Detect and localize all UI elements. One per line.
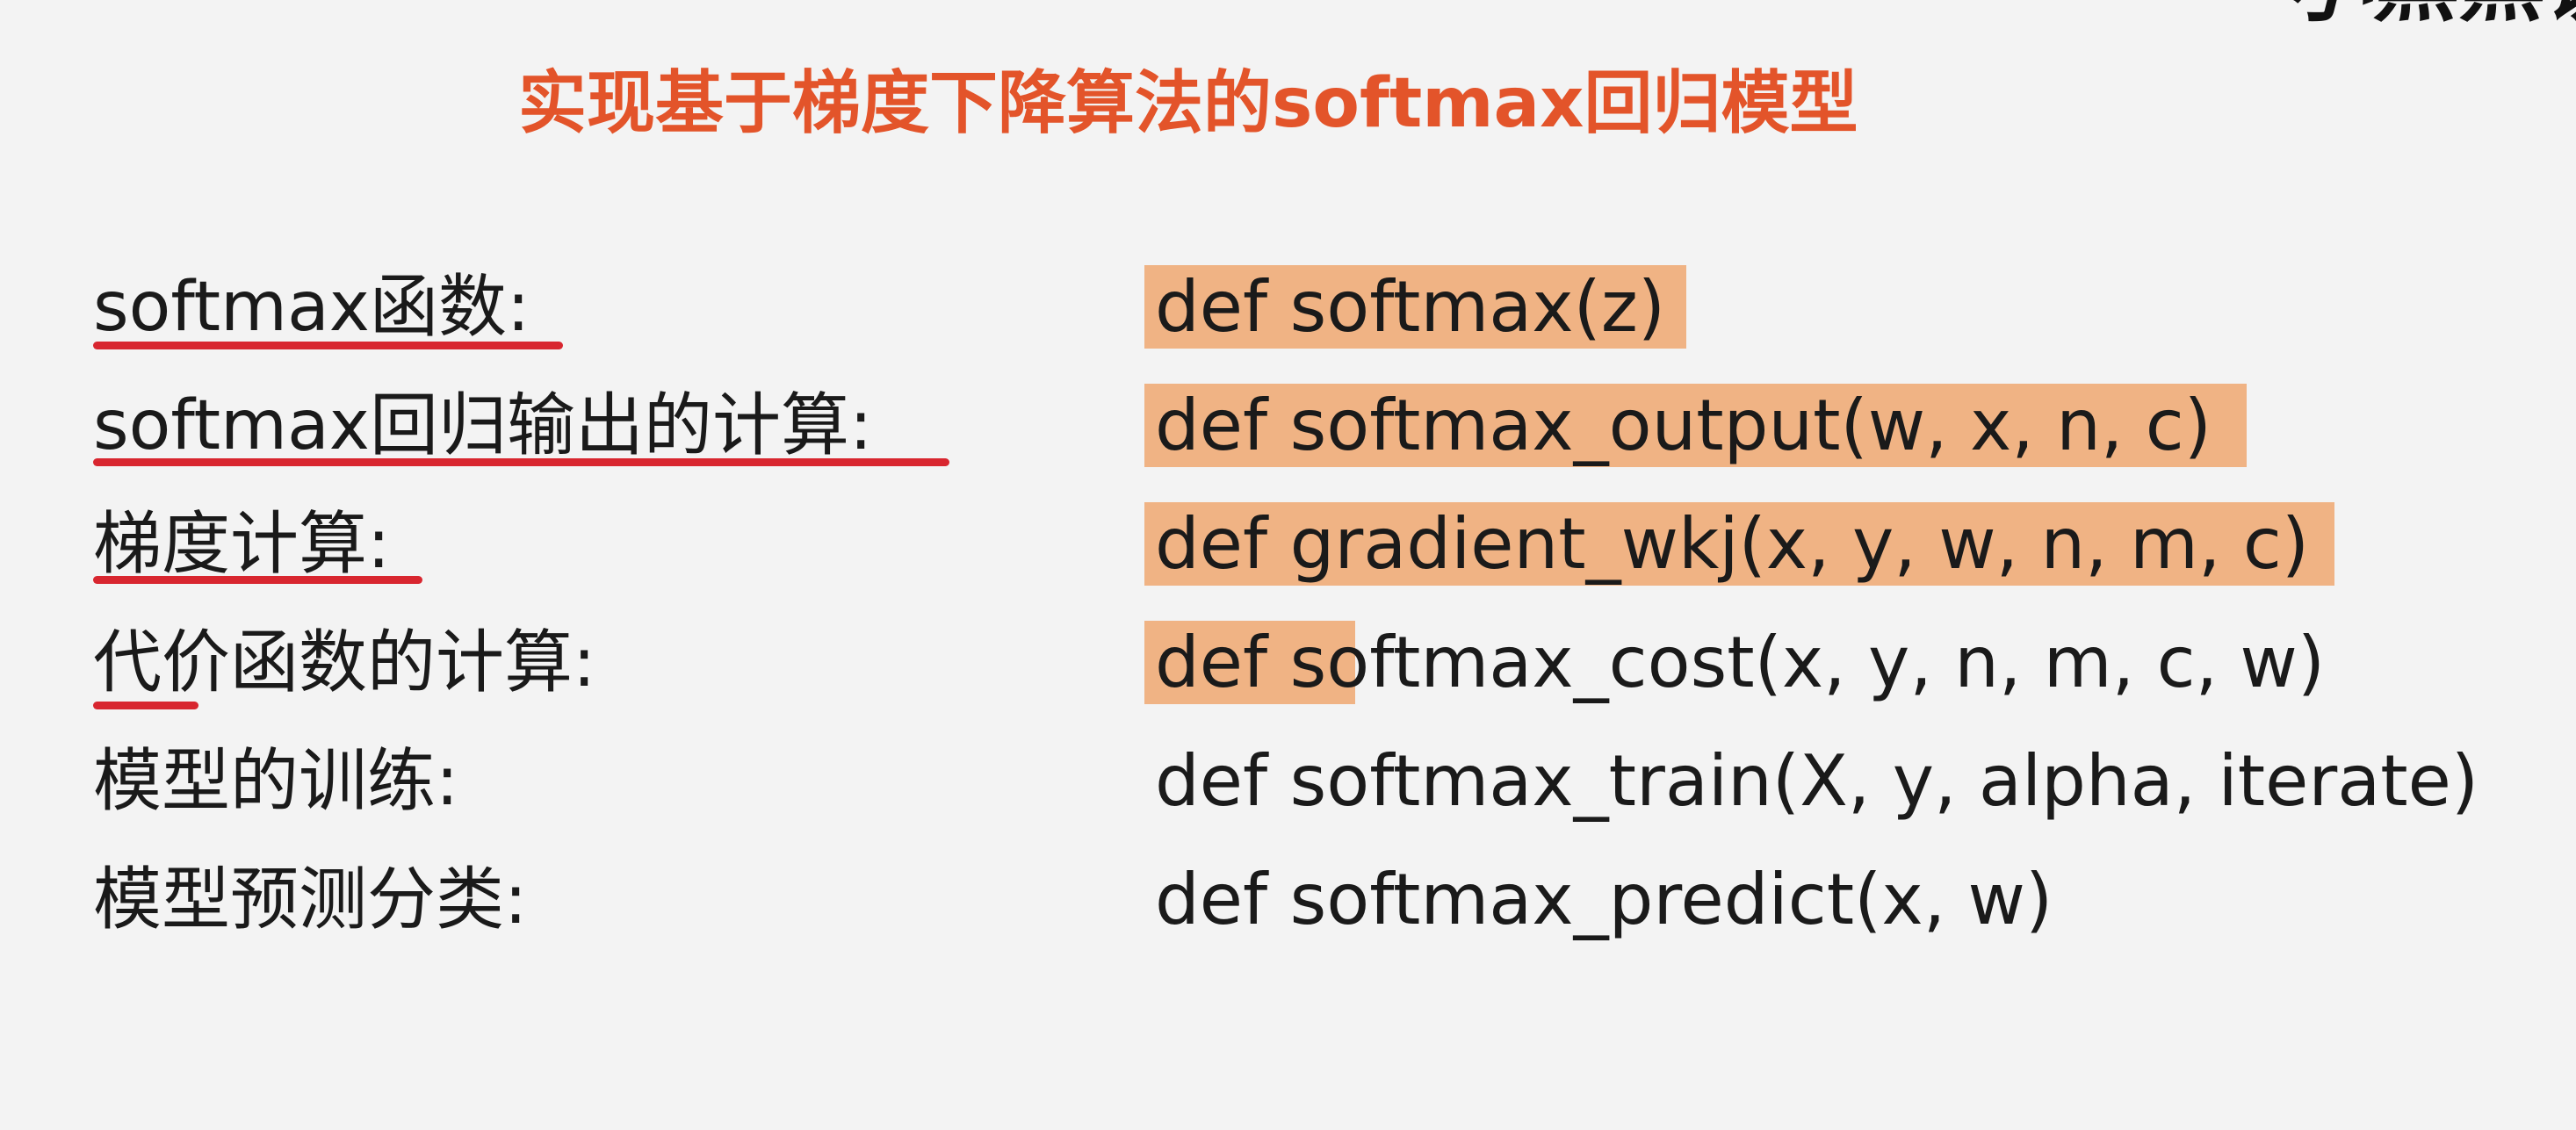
row-label: 模型的训练: xyxy=(93,742,459,821)
row-label: 梯度计算: xyxy=(93,505,391,584)
row-label: 模型预测分类: xyxy=(93,860,528,939)
function-row: softmax函数: def softmax(z) xyxy=(0,246,2576,369)
watermark-logo: 小黑黑讲 xyxy=(2286,0,2576,26)
function-signature: def softmax_cost(x, y, n, m, c, w) xyxy=(1155,622,2326,703)
red-underline xyxy=(93,576,422,584)
function-signature: def softmax_output(w, x, n, c) xyxy=(1155,385,2212,466)
function-row: 梯度计算: def gradient_wkj(x, y, w, n, m, c) xyxy=(0,483,2576,606)
red-underline xyxy=(93,458,949,466)
function-row: softmax回归输出的计算: def softmax_output(w, x,… xyxy=(0,364,2576,487)
function-signature: def softmax_train(X, y, alpha, iterate) xyxy=(1155,740,2479,822)
function-signature: def softmax_predict(x, w) xyxy=(1155,859,2053,940)
function-row: 代价函数的计算: def softmax_cost(x, y, n, m, c,… xyxy=(0,601,2576,724)
watermark-text: 小黑黑讲 xyxy=(2286,0,2576,26)
function-signature: def softmax(z) xyxy=(1155,266,1666,348)
slide-title: 实现基于梯度下降算法的softmax回归模型 xyxy=(518,64,1858,143)
row-label: softmax回归输出的计算: xyxy=(93,386,873,465)
row-label: softmax函数: xyxy=(93,268,530,347)
function-row: 模型预测分类: def softmax_predict(x, w) xyxy=(0,839,2576,961)
function-signature: def gradient_wkj(x, y, w, n, m, c) xyxy=(1155,503,2310,585)
function-row: 模型的训练: def softmax_train(X, y, alpha, it… xyxy=(0,720,2576,843)
red-underline xyxy=(93,342,563,349)
red-underline xyxy=(93,702,198,709)
